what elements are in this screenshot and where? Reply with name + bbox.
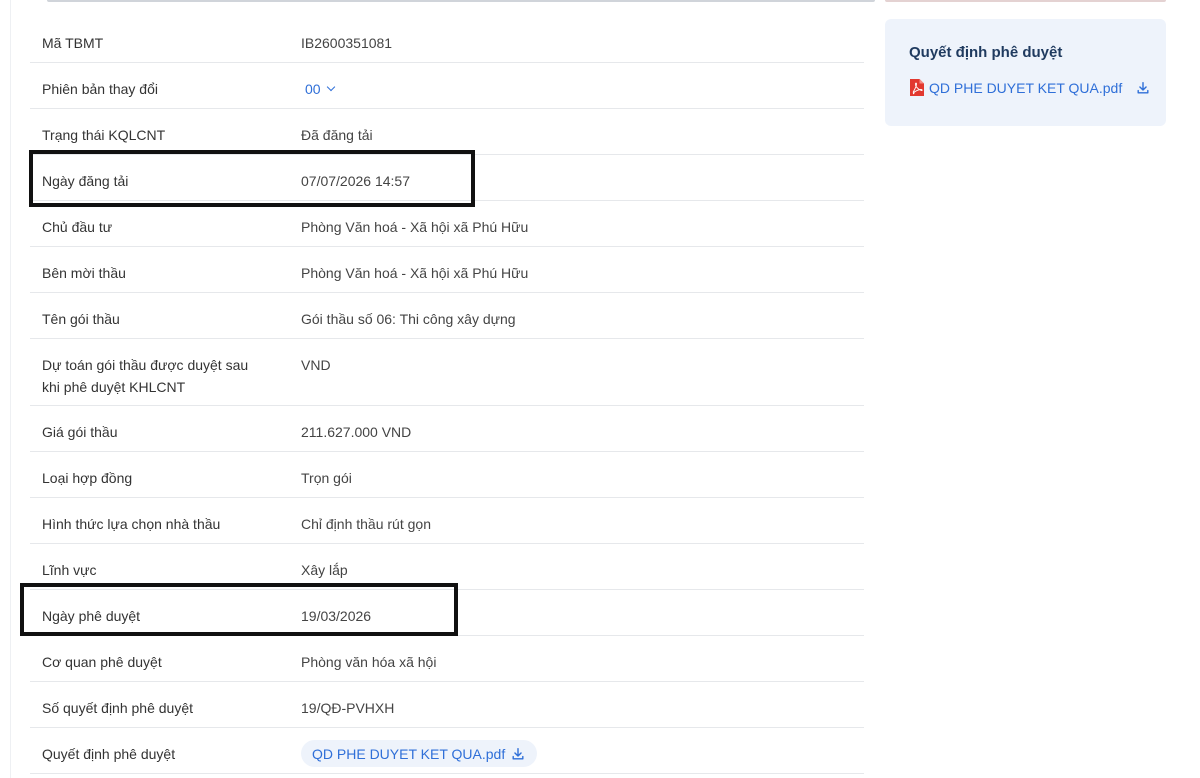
file-name: QD PHE DUYET KET QUA.pdf	[312, 745, 506, 762]
version-select[interactable]: 00	[301, 78, 335, 100]
approval-decision-title: Quyết định phê duyệt	[909, 44, 1063, 61]
row-value: Gói thầu số 06: Thi công xây dựng	[301, 311, 516, 327]
row-value: Đã đăng tải	[301, 127, 373, 143]
row-label: Giá gói thầu	[42, 424, 118, 440]
row-label: Mã TBMT	[42, 35, 104, 51]
row-label: Chủ đầu tư	[42, 219, 113, 235]
row-label: Trạng thái KQLCNT	[42, 127, 166, 143]
row-value: Phòng Văn hoá - Xã hội xã Phú Hữu	[301, 265, 529, 281]
table-row: Tên gói thầu Gói thầu số 06: Thi công xâ…	[30, 293, 864, 339]
row-value: Chỉ định thầu rút gọn	[301, 516, 431, 532]
row-label: Số quyết định phê duyệt	[42, 700, 194, 716]
row-label: Tên gói thầu	[42, 311, 120, 327]
table-row: Giá gói thầu 211.627.000 VND	[30, 406, 864, 452]
table-row: Ngày phê duyệt 19/03/2026	[30, 590, 864, 636]
sidebar-file-name: QD PHE DUYET KET QUA.pdf	[929, 79, 1123, 96]
chevron-down-icon	[326, 82, 335, 92]
row-value: IB2600351081	[301, 35, 393, 51]
table-row: Phiên bản thay đổi 00	[30, 63, 864, 109]
row-value: 19/QĐ-PVHXH	[301, 700, 395, 716]
row-label: Hình thức lựa chọn nhà thầu	[42, 516, 221, 532]
table-row: Hình thức lựa chọn nhà thầu Chỉ định thầ…	[30, 498, 864, 544]
table-row: Chủ đầu tư Phòng Văn hoá - Xã hội xã Phú…	[30, 201, 864, 247]
table-row: Quyết định phê duyệt QD PHE DUYET KET QU…	[30, 728, 864, 774]
row-label: Phiên bản thay đổi	[42, 81, 158, 97]
table-row: Mã TBMT IB2600351081	[30, 17, 864, 63]
approval-file-link[interactable]: QD PHE DUYET KET QUA.pdf	[301, 740, 538, 767]
download-icon[interactable]	[1136, 81, 1150, 95]
table-row: Loại hợp đồng Trọn gói	[30, 452, 864, 498]
row-label: Quyết định phê duyệt	[42, 746, 176, 762]
table-row: Cơ quan phê duyệt Phòng văn hóa xã hội	[30, 636, 864, 682]
approval-decision-card: Quyết định phê duyệt QD PHE DUYET KET QU…	[885, 19, 1166, 126]
table-row: Dự toán gói thầu được duyệt sau khi phê …	[30, 339, 864, 406]
table-row: Bên mời thầu Phòng Văn hoá - Xã hội xã P…	[30, 247, 864, 293]
row-label: Cơ quan phê duyệt	[42, 654, 162, 670]
row-label: Dự toán gói thầu được duyệt sau khi phê …	[42, 357, 249, 395]
row-value: 07/07/2026 14:57	[301, 173, 410, 189]
table-row: Ngày đăng tải 07/07/2026 14:57	[30, 155, 864, 201]
row-value: VND	[301, 357, 331, 373]
row-value: Phòng Văn hoá - Xã hội xã Phú Hữu	[301, 219, 529, 235]
approval-decision-file-link[interactable]: QD PHE DUYET KET QUA.pdf	[909, 78, 1150, 97]
row-label: Lĩnh vực	[42, 562, 97, 578]
side-card-top-edge	[885, 0, 1166, 2]
row-label: Ngày phê duyệt	[42, 608, 141, 624]
row-value: Phòng văn hóa xã hội	[301, 654, 437, 670]
download-icon	[512, 747, 524, 760]
version-value: 00	[305, 81, 321, 97]
row-value: 211.627.000 VND	[301, 424, 412, 440]
table-row: Lĩnh vực Xây lắp	[30, 544, 864, 590]
table-row: Trạng thái KQLCNT Đã đăng tải	[30, 109, 864, 155]
card-top-edge	[47, 0, 875, 2]
row-label: Loại hợp đồng	[42, 470, 133, 486]
pdf-file-icon	[910, 79, 924, 96]
table-row: Số quyết định phê duyệt 19/QĐ-PVHXH	[30, 682, 864, 728]
row-label: Ngày đăng tải	[42, 173, 129, 189]
row-value: Xây lắp	[301, 562, 348, 578]
row-value: Trọn gói	[301, 470, 352, 486]
row-label: Bên mời thầu	[42, 265, 126, 281]
row-value: 19/03/2026	[301, 608, 372, 624]
tender-details-table: Mã TBMT IB2600351081 Phiên bản thay đổi …	[30, 17, 864, 774]
